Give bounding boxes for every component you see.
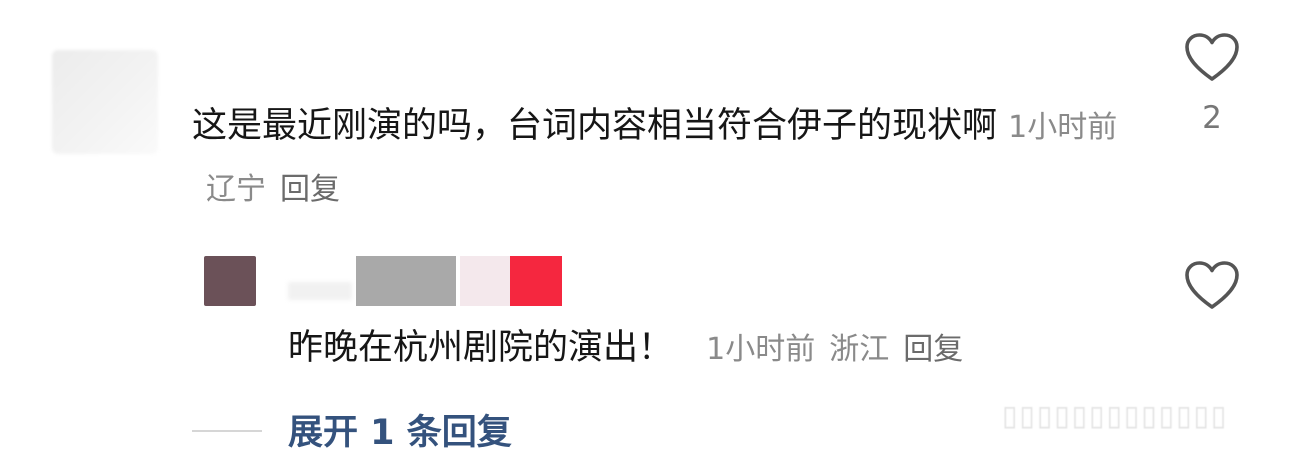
- reply-text: 昨晚在杭州剧院的演出！: [288, 328, 674, 368]
- redacted-username: [288, 282, 352, 300]
- comment-text: 这是最近刚演的吗，台词内容相当符合伊子的现状啊: [192, 106, 998, 146]
- watermark: ▯▯▯▯▯▯▯▯▯▯▯▯▯: [1002, 399, 1229, 432]
- reply-like-button[interactable]: [1184, 260, 1240, 312]
- reply-reply-button[interactable]: 回复: [903, 332, 963, 367]
- reply-meta: 1小时前 浙江 回复: [706, 332, 963, 367]
- comment-body: 这是最近刚演的吗，台词内容相当符合伊子的现状啊 1小时前辽宁 回复: [192, 96, 1122, 220]
- reply-button[interactable]: 回复: [280, 172, 340, 207]
- comment-time: 1小时前: [1008, 110, 1118, 145]
- reply-time: 1小时前: [706, 332, 816, 367]
- reply-avatar[interactable]: [204, 256, 256, 306]
- like-count: 2: [1202, 100, 1222, 136]
- divider: [192, 430, 262, 432]
- reply-body: 昨晚在杭州剧院的演出！ 1小时前 浙江 回复: [288, 320, 1168, 378]
- redacted-username-block: [510, 256, 562, 306]
- redacted-username-block: [460, 256, 510, 306]
- expand-replies-button[interactable]: 展开 1 条回复: [288, 404, 512, 455]
- comment-location: 辽宁: [206, 172, 266, 207]
- redacted-username-block: [356, 256, 456, 306]
- heart-outline-icon: [1185, 261, 1239, 309]
- reply-location: 浙江: [829, 332, 890, 367]
- heart-outline-icon: [1185, 33, 1239, 81]
- avatar[interactable]: [52, 50, 158, 154]
- like-button[interactable]: [1184, 32, 1240, 84]
